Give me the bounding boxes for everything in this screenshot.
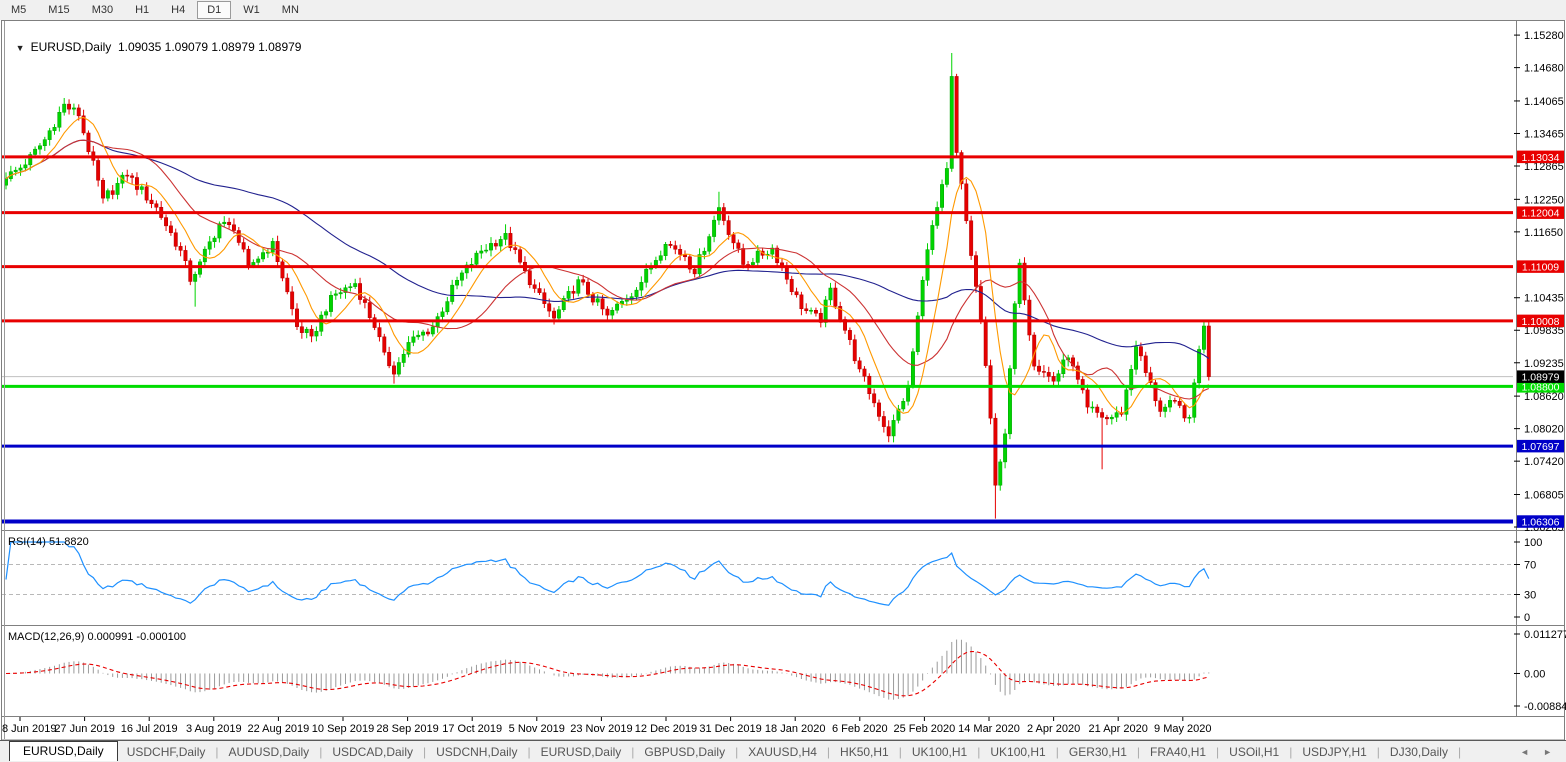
timeframe-button-h4[interactable]: H4 — [161, 1, 195, 19]
chart-tab-audusd-daily-2[interactable]: AUDUSD,Daily — [220, 745, 319, 759]
price-badge-1-13034-text: 1.13034 — [1522, 152, 1560, 164]
price-tick-label: 1.12250 — [1524, 194, 1564, 206]
time-tick-label: 18 Jan 2020 — [765, 723, 826, 735]
chart-tab-gbpusd-daily-6[interactable]: GBPUSD,Daily — [635, 745, 734, 759]
timeframe-button-d1[interactable]: D1 — [197, 1, 231, 19]
price-tick-label: 1.07420 — [1524, 456, 1564, 468]
chart-tab-xauusd-h4-7[interactable]: XAUUSD,H4 — [739, 745, 826, 759]
time-tick-label: 9 May 2020 — [1154, 723, 1211, 735]
rsi-tick-label: 70 — [1524, 560, 1536, 572]
timeframe-button-mn[interactable]: MN — [272, 1, 309, 19]
time-tick-label: 16 Jul 2019 — [121, 723, 178, 735]
chart-tab-usdchf-daily-1[interactable]: USDCHF,Daily — [118, 745, 215, 759]
macd-tick-label: 0.00 — [1524, 668, 1545, 680]
chart-dropdown-icon[interactable]: ▼ — [16, 43, 25, 53]
chart-tab-uk100-h1-9[interactable]: UK100,H1 — [903, 745, 976, 759]
timeframe-button-m5[interactable]: M5 — [1, 1, 36, 19]
price-tick-label: 1.09235 — [1524, 358, 1564, 370]
tab-separator: | — [1457, 745, 1462, 759]
price-badge-1-11009-text: 1.11009 — [1522, 262, 1559, 274]
time-tick-label: 2 Apr 2020 — [1027, 723, 1080, 735]
timeframe-button-m15[interactable]: M15 — [38, 1, 79, 19]
macd-indicator-label: MACD(12,26,9) 0.000991 -0.000100 — [8, 631, 186, 643]
timeframe-button-w1[interactable]: W1 — [233, 1, 270, 19]
price-tick-label: 1.14065 — [1524, 96, 1564, 108]
timeframe-button-h1[interactable]: H1 — [125, 1, 159, 19]
time-tick-label: 3 Aug 2019 — [186, 723, 242, 735]
chart-tab-eurusd-daily-0[interactable]: EURUSD,Daily — [9, 741, 118, 761]
rsi-tick-label: 30 — [1524, 590, 1536, 602]
price-tick-label: 1.08020 — [1524, 424, 1564, 436]
price-tick-label: 1.13465 — [1524, 128, 1564, 140]
price-badge-1-10008-text: 1.10008 — [1522, 316, 1560, 328]
time-tick-label: 12 Dec 2019 — [635, 723, 697, 735]
time-tick-label: 8 Jun 2019 — [2, 723, 56, 735]
price-badge-1-07697-text: 1.07697 — [1522, 441, 1560, 453]
rsi-tick-label: 100 — [1524, 537, 1542, 549]
chart-tab-ger30-h1-11[interactable]: GER30,H1 — [1060, 745, 1136, 759]
time-tick-label: 28 Sep 2019 — [376, 723, 438, 735]
time-tick-label: 22 Aug 2019 — [248, 723, 310, 735]
time-tick-label: 10 Sep 2019 — [312, 723, 374, 735]
time-tick-label: 17 Oct 2019 — [442, 723, 502, 735]
tab-scroll-nav: ◄► — [1520, 747, 1566, 757]
chart-tab-usdjpy-h1-14[interactable]: USDJPY,H1 — [1293, 745, 1375, 759]
current-price-badge-text: 1.08979 — [1522, 372, 1560, 384]
chart-tab-hk50-h1-8[interactable]: HK50,H1 — [831, 745, 898, 759]
chart-tab-fra40-h1-12[interactable]: FRA40,H1 — [1141, 745, 1215, 759]
price-badge-1-12004-text: 1.12004 — [1522, 208, 1560, 220]
price-tick-label: 1.11650 — [1524, 227, 1563, 239]
time-tick-label: 21 Apr 2020 — [1089, 723, 1148, 735]
timeframe-button-m30[interactable]: M30 — [82, 1, 123, 19]
price-tick-label: 1.15280 — [1524, 30, 1564, 42]
chart-tab-usoil-h1-13[interactable]: USOil,H1 — [1220, 745, 1288, 759]
rsi-indicator-label: RSI(14) 51.8820 — [8, 536, 89, 548]
timeframe-toolbar: M5M15M30H1H4D1W1MN — [0, 0, 1566, 20]
chart-tab-dj30-daily-15[interactable]: DJ30,Daily — [1381, 745, 1457, 759]
chart-symbol-label: EURUSD,Daily — [31, 40, 112, 54]
time-tick-label: 25 Feb 2020 — [894, 723, 956, 735]
chart-tab-bar: EURUSD,DailyUSDCHF,Daily|AUDUSD,Daily|US… — [0, 740, 1566, 762]
time-tick-label: 23 Nov 2019 — [570, 723, 632, 735]
time-tick-label: 6 Feb 2020 — [832, 723, 888, 735]
rsi-tick-label: 0 — [1524, 612, 1530, 624]
macd-tick-label: -0.008845 — [1524, 701, 1566, 713]
time-tick-label: 14 Mar 2020 — [958, 723, 1020, 735]
time-tick-label: 5 Nov 2019 — [509, 723, 565, 735]
tab-scroll-left-icon[interactable]: ◄ — [1520, 747, 1529, 757]
chart-title: ▼ EURUSD,Daily 1.09035 1.09079 1.08979 1.… — [9, 26, 301, 54]
macd-tick-label: 0.011277 — [1524, 629, 1566, 641]
price-tick-label: 1.10435 — [1524, 293, 1564, 305]
time-tick-label: 27 Jun 2019 — [54, 723, 115, 735]
time-tick-label: 31 Dec 2019 — [699, 723, 761, 735]
price-badge-1-06306-text: 1.06306 — [1522, 517, 1560, 529]
chart-tab-uk100-h1-10[interactable]: UK100,H1 — [981, 745, 1054, 759]
tab-scroll-right-icon[interactable]: ► — [1543, 747, 1552, 757]
chart-quote-values: 1.09035 1.09079 1.08979 1.08979 — [111, 40, 301, 54]
price-tick-label: 1.06805 — [1524, 489, 1564, 501]
chart-tab-usdcad-daily-3[interactable]: USDCAD,Daily — [323, 745, 422, 759]
price-tick-label: 1.14680 — [1524, 63, 1564, 75]
chart-tab-eurusd-daily-5[interactable]: EURUSD,Daily — [532, 745, 631, 759]
chart-canvas[interactable]: 1.152801.146801.140651.134651.128651.122… — [0, 20, 1566, 741]
chart-tab-usdcnh-daily-4[interactable]: USDCNH,Daily — [427, 745, 526, 759]
